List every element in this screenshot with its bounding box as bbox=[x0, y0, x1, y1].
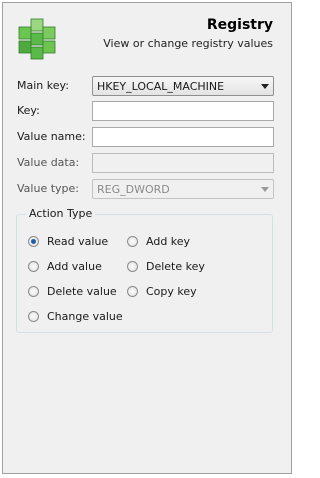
main-key-value: HKEY_LOCAL_MACHINE bbox=[97, 79, 225, 93]
radio-button[interactable] bbox=[28, 311, 39, 322]
main-key-label: Main key: bbox=[17, 79, 69, 92]
value-name-label: Value name: bbox=[17, 130, 86, 143]
radio-label: Add value bbox=[47, 260, 102, 273]
radio-label: Add key bbox=[146, 235, 191, 248]
radio-label: Delete value bbox=[47, 285, 117, 298]
key-input[interactable] bbox=[92, 101, 274, 121]
page-title: Registry bbox=[206, 17, 273, 33]
value-data-input[interactable] bbox=[92, 153, 274, 173]
radio-add-value[interactable]: Add value bbox=[28, 260, 102, 273]
radio-button[interactable] bbox=[127, 236, 138, 247]
registry-cubes-icon bbox=[18, 18, 56, 60]
radio-read-value[interactable]: Read value bbox=[28, 235, 108, 248]
value-name-input[interactable] bbox=[92, 127, 274, 147]
radio-label: Delete key bbox=[146, 260, 205, 273]
page-subtitle: View or change registry values bbox=[103, 37, 273, 50]
radio-label: Read value bbox=[47, 235, 109, 248]
action-type-legend: Action Type bbox=[26, 207, 96, 220]
value-type-dropdown[interactable]: REG_DWORD bbox=[92, 179, 274, 199]
chevron-down-icon bbox=[257, 186, 273, 192]
value-type-value: REG_DWORD bbox=[97, 182, 170, 196]
radio-button[interactable] bbox=[127, 261, 138, 272]
radio-button[interactable] bbox=[28, 286, 39, 297]
value-data-label: Value data: bbox=[17, 156, 80, 169]
radio-change-value[interactable]: Change value bbox=[28, 310, 123, 323]
radio-add-key[interactable]: Add key bbox=[127, 235, 190, 248]
radio-label: Change value bbox=[47, 310, 123, 323]
key-label: Key: bbox=[17, 104, 40, 117]
main-key-dropdown[interactable]: HKEY_LOCAL_MACHINE bbox=[92, 76, 274, 96]
radio-copy-key[interactable]: Copy key bbox=[127, 285, 197, 298]
radio-label: Copy key bbox=[146, 285, 197, 298]
registry-panel: Registry View or change registry values … bbox=[2, 2, 292, 474]
radio-button[interactable] bbox=[28, 236, 39, 247]
radio-delete-value[interactable]: Delete value bbox=[28, 285, 117, 298]
value-type-label: Value type: bbox=[17, 182, 79, 195]
radio-delete-key[interactable]: Delete key bbox=[127, 260, 205, 273]
radio-button[interactable] bbox=[28, 261, 39, 272]
radio-button[interactable] bbox=[127, 286, 138, 297]
radio-selected-indicator bbox=[31, 239, 36, 244]
chevron-down-icon bbox=[257, 83, 273, 89]
